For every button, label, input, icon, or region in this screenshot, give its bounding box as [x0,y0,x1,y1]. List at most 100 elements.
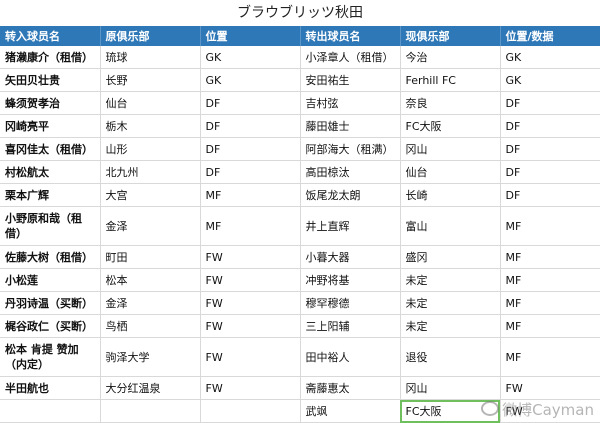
table-cell[interactable]: 高田椋汰 [300,160,401,184]
table-cell[interactable]: 仙台 [400,160,501,184]
table-cell[interactable]: 安田祐生 [300,68,401,92]
table-cell[interactable]: MF [200,183,301,207]
table-cell[interactable]: 小松莲 [0,268,101,292]
table-cell[interactable]: 阿部海大（租满） [300,137,401,161]
header-cell[interactable]: 位置/数据 [500,26,600,46]
table-cell[interactable]: 未定 [400,291,501,315]
table-cell[interactable]: 今治 [400,46,501,69]
table-cell[interactable]: 退役 [400,337,501,377]
table-cell[interactable]: 小泽章人（租借） [300,46,401,69]
table-cell[interactable]: 长崎 [400,183,501,207]
table-cell[interactable]: 未定 [400,268,501,292]
table-cell[interactable]: DF [500,137,600,161]
table-cell[interactable]: 仙台 [100,91,201,115]
table-cell[interactable]: MF [500,314,600,338]
table-cell[interactable]: 金泽 [100,206,201,246]
table-cell[interactable]: FW [500,399,600,423]
table-cell[interactable]: 栃木 [100,114,201,138]
table-cell[interactable]: FW [200,291,301,315]
table-cell[interactable]: MF [500,291,600,315]
table-cell[interactable]: 小野原和哉（租借） [0,206,101,246]
table-cell[interactable]: 大宫 [100,183,201,207]
table-row: 猪濑康介（租借） 琉球 GK 小泽章人（租借） 今治 GK [0,46,600,69]
header-cell[interactable]: 位置 [200,26,301,46]
table-cell[interactable]: 未定 [400,314,501,338]
table-cell[interactable]: 山形 [100,137,201,161]
table-row: 冈崎亮平 栃木 DF 藤田雄士 FC大阪 DF [0,114,600,138]
table-cell[interactable]: 武飒 [300,399,401,423]
table-cell[interactable]: MF [500,206,600,246]
table-cell[interactable]: FW [200,268,301,292]
table-cell[interactable]: 琉球 [100,46,201,69]
table-cell[interactable]: 松本 肯提 赞加（内定） [0,337,101,377]
table-cell[interactable]: 田中裕人 [300,337,401,377]
table-cell[interactable]: FC大阪 [400,114,501,138]
table-cell[interactable]: DF [500,160,600,184]
header-cell[interactable]: 原俱乐部 [100,26,201,46]
table-cell[interactable]: 冈山 [400,137,501,161]
table-cell[interactable]: 佐藤大树（租借） [0,245,101,269]
table-cell[interactable]: 富山 [400,206,501,246]
table-cell[interactable]: DF [500,183,600,207]
table-row: 武飒 FC大阪 FW [0,399,600,423]
header-cell[interactable]: 转出球员名 [300,26,401,46]
table-cell[interactable]: 井上直辉 [300,206,401,246]
table-cell[interactable]: GK [200,46,301,69]
table-cell[interactable]: 梶谷政仁（买断） [0,314,101,338]
table-cell[interactable]: 丹羽诗温（买断） [0,291,101,315]
table-cell[interactable]: 栗本广辉 [0,183,101,207]
table-cell[interactable]: 冈山 [400,376,501,400]
header-cell[interactable]: 现俱乐部 [400,26,501,46]
table-cell[interactable] [200,399,301,423]
table-cell[interactable]: 饭尾龙太朗 [300,183,401,207]
table-cell[interactable]: 町田 [100,245,201,269]
table-cell[interactable] [100,399,201,423]
table-cell[interactable]: 藤田雄士 [300,114,401,138]
table-cell[interactable]: MF [500,245,600,269]
table-cell[interactable]: GK [500,68,600,92]
table-cell[interactable]: FW [200,337,301,377]
table-cell[interactable]: 冲野将基 [300,268,401,292]
table-cell[interactable]: FW [500,376,600,400]
table-cell[interactable]: 金泽 [100,291,201,315]
table-cell[interactable]: 北九州 [100,160,201,184]
table-cell[interactable]: 冈崎亮平 [0,114,101,138]
table-cell[interactable]: 吉村弦 [300,91,401,115]
table-cell[interactable]: 半田航也 [0,376,101,400]
table-cell[interactable]: 鸟栖 [100,314,201,338]
table-cell[interactable]: MF [500,268,600,292]
table-cell[interactable]: 喜冈佳太（租借） [0,137,101,161]
table-cell[interactable]: 盛冈 [400,245,501,269]
table-cell[interactable]: 松本 [100,268,201,292]
table-cell[interactable]: 穆罕穆德 [300,291,401,315]
table-row: 蜂须贺孝治 仙台 DF 吉村弦 奈良 DF [0,91,600,115]
table-cell[interactable]: DF [200,160,301,184]
table-cell[interactable]: FW [200,314,301,338]
table-cell[interactable]: GK [500,46,600,69]
table-cell[interactable]: 小暮大器 [300,245,401,269]
table-cell[interactable]: 矢田贝壮贵 [0,68,101,92]
table-cell[interactable]: MF [200,206,301,246]
table-cell[interactable]: 村松航太 [0,160,101,184]
table-cell[interactable]: 蜂须贺孝治 [0,91,101,115]
table-cell[interactable]: FW [200,245,301,269]
table-cell[interactable] [0,399,101,423]
header-cell[interactable]: 转入球员名 [0,26,101,46]
table-cell[interactable]: 三上阳辅 [300,314,401,338]
table-cell[interactable]: 大分红温泉 [100,376,201,400]
table-cell[interactable]: GK [200,68,301,92]
table-cell[interactable]: FC大阪 [400,399,501,423]
table-cell[interactable]: 奈良 [400,91,501,115]
table-cell[interactable]: 猪濑康介（租借） [0,46,101,69]
table-cell[interactable]: Ferhill FC [400,68,501,92]
table-cell[interactable]: DF [500,91,600,115]
table-cell[interactable]: DF [200,137,301,161]
table-cell[interactable]: 驹泽大学 [100,337,201,377]
table-cell[interactable]: FW [200,376,301,400]
table-cell[interactable]: DF [200,114,301,138]
table-cell[interactable]: MF [500,337,600,377]
table-cell[interactable]: 长野 [100,68,201,92]
table-cell[interactable]: DF [500,114,600,138]
table-cell[interactable]: 斋藤惠太 [300,376,401,400]
table-cell[interactable]: DF [200,91,301,115]
